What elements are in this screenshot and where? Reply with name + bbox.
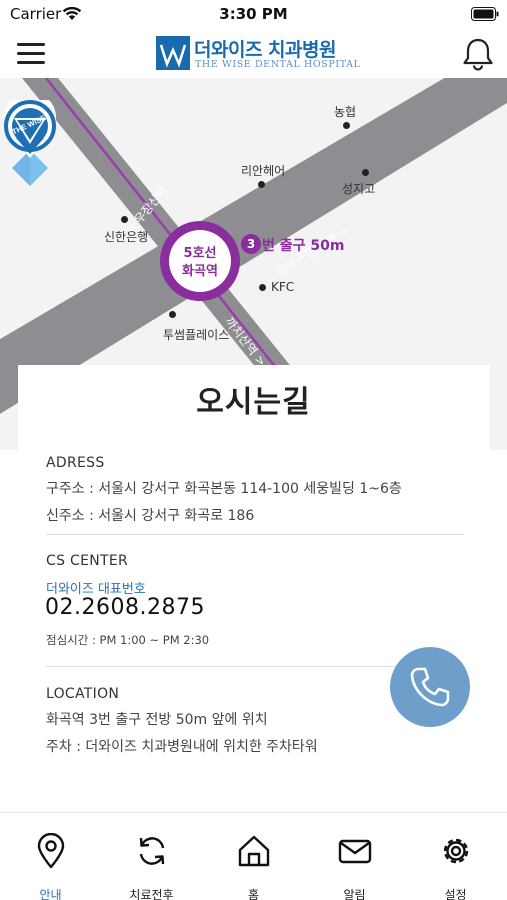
- tab-bar: 안내 치료전후 홈 알림 설정: [0, 812, 507, 900]
- hospital-pin-icon: THE WISE: [4, 100, 56, 186]
- exit-label: 번 출구 50m: [262, 238, 345, 254]
- tab-home[interactable]: 홈: [203, 813, 304, 900]
- logo-subtitle: THE WISE DENTAL HOSPITAL: [195, 59, 361, 70]
- poi-dot: [343, 122, 350, 129]
- divider: [46, 534, 464, 535]
- tab-notifications[interactable]: 알림: [304, 813, 405, 900]
- phone-icon: [410, 667, 450, 707]
- hospital-logo: 더와이즈 치과병원 THE WISE DENTAL HOSPITAL: [156, 36, 360, 72]
- poi-dot: [169, 311, 176, 318]
- battery-icon: [471, 7, 499, 21]
- notification-button[interactable]: [461, 36, 495, 72]
- location-parking: 주차 : 더와이즈 치과병원내에 위치한 주차타워: [46, 739, 318, 755]
- address-heading: ADRESS: [46, 455, 105, 471]
- location-pin-icon: [37, 833, 65, 869]
- poi-two-some: 투썸플레이스: [163, 328, 230, 342]
- page-title: 오시는길: [196, 385, 311, 420]
- logo-mark-icon: [156, 36, 190, 70]
- poi-dot: [259, 284, 266, 291]
- call-button[interactable]: [390, 647, 470, 727]
- lunch-hours: 점심시간 : PM 1:00 ~ PM 2:30: [46, 633, 210, 647]
- clock: 3:30 PM: [219, 5, 288, 23]
- poi-kfc: KFC: [271, 280, 295, 294]
- tab-before-after[interactable]: 치료전후: [101, 813, 202, 900]
- cs-center-section: CS CENTER: [46, 553, 466, 569]
- station-marker: 5호선 화곡역: [160, 221, 240, 301]
- poi-seongji: 성지고: [342, 182, 376, 196]
- tab-label: 알림: [343, 888, 366, 900]
- exit-number-badge: 3: [241, 234, 261, 254]
- address-section: ADRESS 구주소 : 서울시 강서구 화곡본동 114-100 세웅빌딩 1…: [46, 455, 466, 525]
- app-header: 더와이즈 치과병원 THE WISE DENTAL HOSPITAL: [0, 30, 507, 78]
- menu-button[interactable]: [14, 38, 48, 68]
- bell-icon: [463, 38, 493, 71]
- mail-icon: [338, 839, 372, 864]
- logo-title: 더와이즈 치과병원: [194, 39, 336, 61]
- tab-label: 홈: [247, 888, 260, 900]
- tab-label: 안내: [39, 888, 62, 900]
- old-address: 구주소 : 서울시 강서구 화곡본동 114-100 세웅빌딩 1~6층: [46, 481, 402, 497]
- cs-center-heading: CS CENTER: [46, 553, 129, 569]
- station-line-label: 5호선: [183, 246, 217, 261]
- tab-label: 설정: [444, 888, 467, 900]
- poi-dot: [121, 216, 128, 223]
- tab-guide[interactable]: 안내: [0, 813, 101, 900]
- poi-dot: [362, 169, 369, 176]
- poi-dot: [258, 181, 265, 188]
- tab-label: 치료전후: [129, 888, 174, 900]
- poi-nonghyup: 농협: [334, 105, 357, 119]
- home-icon: [238, 835, 270, 867]
- new-address: 신주소 : 서울시 강서구 화곡로 186: [46, 508, 255, 524]
- station-name-label: 화곡역: [182, 264, 218, 279]
- hamburger-icon: [17, 43, 45, 46]
- poi-lian-hair: 리안헤어: [241, 164, 286, 178]
- status-bar: Carrier 3:30 PM: [0, 0, 507, 30]
- gear-icon: [443, 838, 469, 864]
- refresh-icon: [139, 837, 165, 865]
- poi-shinhan: 신한은행: [104, 230, 149, 244]
- tab-settings[interactable]: 설정: [405, 813, 506, 900]
- phone-number[interactable]: 02.2608.2875: [45, 595, 205, 620]
